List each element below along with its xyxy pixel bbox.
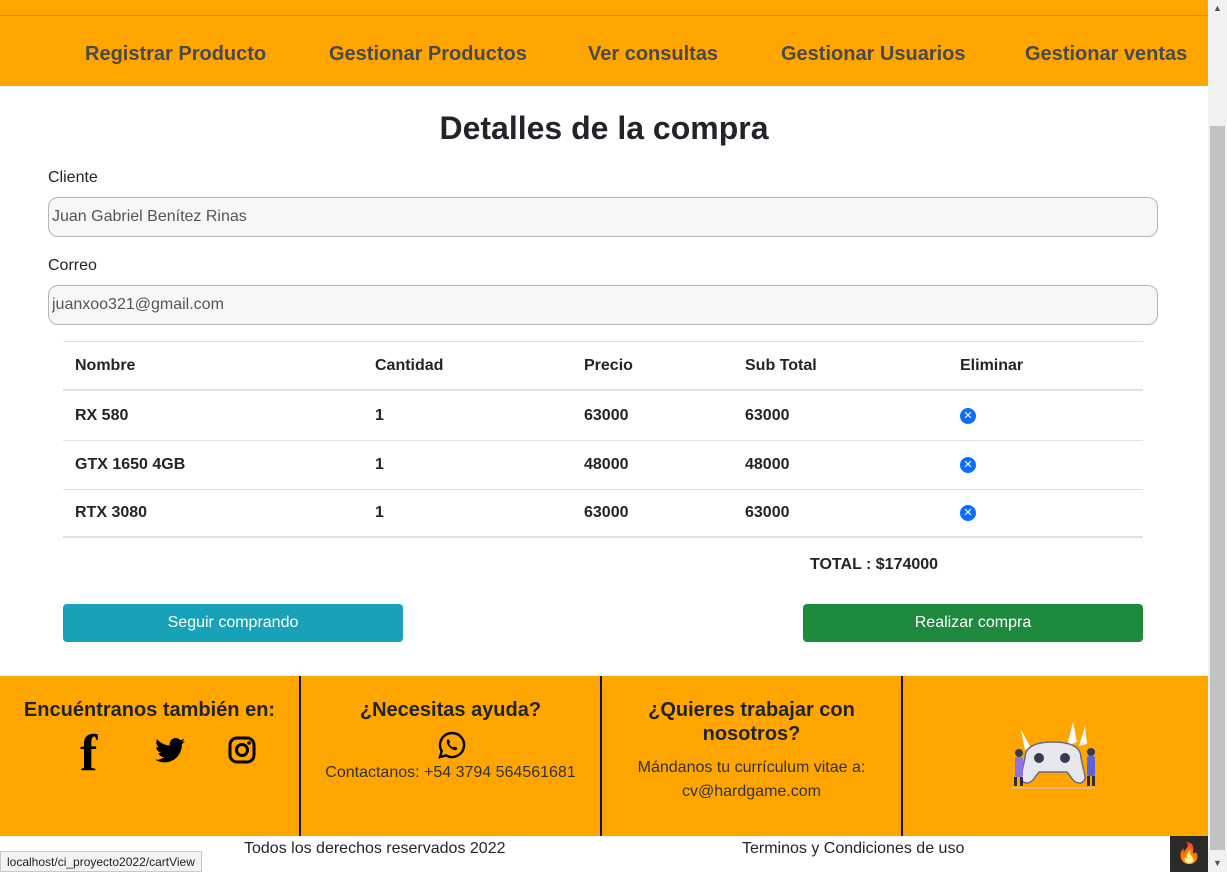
delete-icon[interactable]: ✕ bbox=[960, 407, 976, 424]
footer: Encuéntranos también en: f ¿Necesitas ay… bbox=[0, 676, 1208, 836]
flame-icon[interactable]: 🔥 bbox=[1170, 836, 1208, 872]
delete-icon[interactable]: ✕ bbox=[960, 505, 976, 521]
delete-cell: ✕ bbox=[960, 490, 976, 536]
status-bar-url: localhost/ci_proyecto2022/cartView bbox=[0, 851, 202, 872]
nav-registrar-producto[interactable]: Registrar Producto bbox=[85, 43, 266, 66]
page: Registrar Producto Gestionar Productos V… bbox=[0, 0, 1208, 872]
nav-gestionar-productos[interactable]: Gestionar Productos bbox=[329, 43, 527, 66]
product-name: GTX 1650 4GB bbox=[75, 456, 186, 473]
help-contact: Contactanos: +54 3794 564561681 bbox=[325, 764, 576, 781]
header-subtotal: Sub Total bbox=[745, 356, 817, 374]
cart-table: Nombre Cantidad Precio Sub Total Elimina… bbox=[63, 341, 1143, 538]
copyright-text: Todos los derechos reservados 2022 bbox=[244, 840, 506, 857]
product-price: 63000 bbox=[584, 504, 629, 521]
nav-gestionar-usuarios[interactable]: Gestionar Usuarios bbox=[781, 43, 966, 66]
nav-ver-consultas[interactable]: Ver consultas bbox=[588, 43, 718, 66]
product-quantity: 1 bbox=[375, 456, 384, 473]
delete-icon[interactable]: ✕ bbox=[960, 457, 976, 473]
product-subtotal: 48000 bbox=[745, 456, 790, 473]
help-heading: ¿Necesitas ayuda? bbox=[359, 699, 542, 721]
product-name: RX 580 bbox=[75, 406, 129, 424]
gamepad-illustration bbox=[1011, 722, 1095, 789]
client-field[interactable] bbox=[48, 197, 1158, 237]
header-eliminar: Eliminar bbox=[960, 356, 1024, 374]
continue-shopping-button[interactable]: Seguir comprando bbox=[63, 604, 403, 642]
product-name: RTX 3080 bbox=[75, 504, 148, 521]
product-quantity: 1 bbox=[375, 504, 384, 521]
product-subtotal: 63000 bbox=[745, 406, 790, 424]
find-us-heading: Encuéntranos también en: bbox=[23, 699, 276, 721]
footer-work-column: ¿Quieres trabajar con nosotros? Mándanos… bbox=[602, 676, 903, 836]
main-navbar: Registrar Producto Gestionar Productos V… bbox=[0, 0, 1208, 86]
product-quantity: 1 bbox=[375, 406, 384, 424]
footer-image-column bbox=[903, 676, 1208, 836]
product-price: 48000 bbox=[584, 456, 629, 473]
work-text: Mándanos tu currículum vitae a: bbox=[637, 759, 866, 776]
cart-total: TOTAL : $174000 bbox=[810, 556, 939, 573]
facebook-icon[interactable]: f bbox=[80, 724, 97, 783]
page-scrollbar[interactable]: ▲ ▼ bbox=[1208, 0, 1227, 872]
scroll-up-icon[interactable]: ▲ bbox=[1208, 0, 1227, 17]
product-price: 63000 bbox=[584, 406, 629, 424]
header-nombre: Nombre bbox=[75, 356, 136, 374]
page-title: Detalles de la compra bbox=[439, 110, 769, 146]
scroll-thumb[interactable] bbox=[1210, 126, 1225, 850]
checkout-button[interactable]: Realizar compra bbox=[803, 604, 1143, 642]
email-field[interactable] bbox=[48, 285, 1158, 325]
email-label: Correo bbox=[48, 257, 97, 274]
twitter-icon[interactable] bbox=[155, 738, 185, 763]
scroll-down-icon[interactable]: ▼ bbox=[1208, 855, 1227, 872]
delete-cell: ✕ bbox=[960, 441, 976, 489]
header-precio: Precio bbox=[584, 356, 633, 374]
nav-gestionar-ventas[interactable]: Gestionar ventas bbox=[1025, 43, 1187, 66]
table-row: RX 580 1 63000 63000 ✕ bbox=[63, 391, 1143, 440]
work-email[interactable]: cv@hardgame.com bbox=[602, 780, 901, 804]
delete-cell: ✕ bbox=[960, 391, 976, 440]
table-row: RTX 3080 1 63000 63000 ✕ bbox=[63, 489, 1143, 538]
work-heading: ¿Quieres trabajar con nosotros? bbox=[648, 699, 855, 745]
client-label: Cliente bbox=[48, 169, 98, 186]
terms-link[interactable]: Terminos y Condiciones de uso bbox=[742, 840, 964, 858]
table-row: GTX 1650 4GB 1 48000 48000 ✕ bbox=[63, 440, 1143, 489]
whatsapp-icon[interactable] bbox=[437, 730, 467, 760]
header-cantidad: Cantidad bbox=[375, 356, 444, 374]
navbar-divider bbox=[0, 15, 1208, 16]
product-subtotal: 63000 bbox=[745, 504, 790, 521]
instagram-icon[interactable] bbox=[228, 736, 256, 764]
footer-help-column: ¿Necesitas ayuda? Contactanos: +54 3794 … bbox=[301, 676, 602, 836]
footer-social-column: Encuéntranos también en: f bbox=[0, 676, 301, 836]
table-header-row: Nombre Cantidad Precio Sub Total Elimina… bbox=[63, 341, 1143, 391]
